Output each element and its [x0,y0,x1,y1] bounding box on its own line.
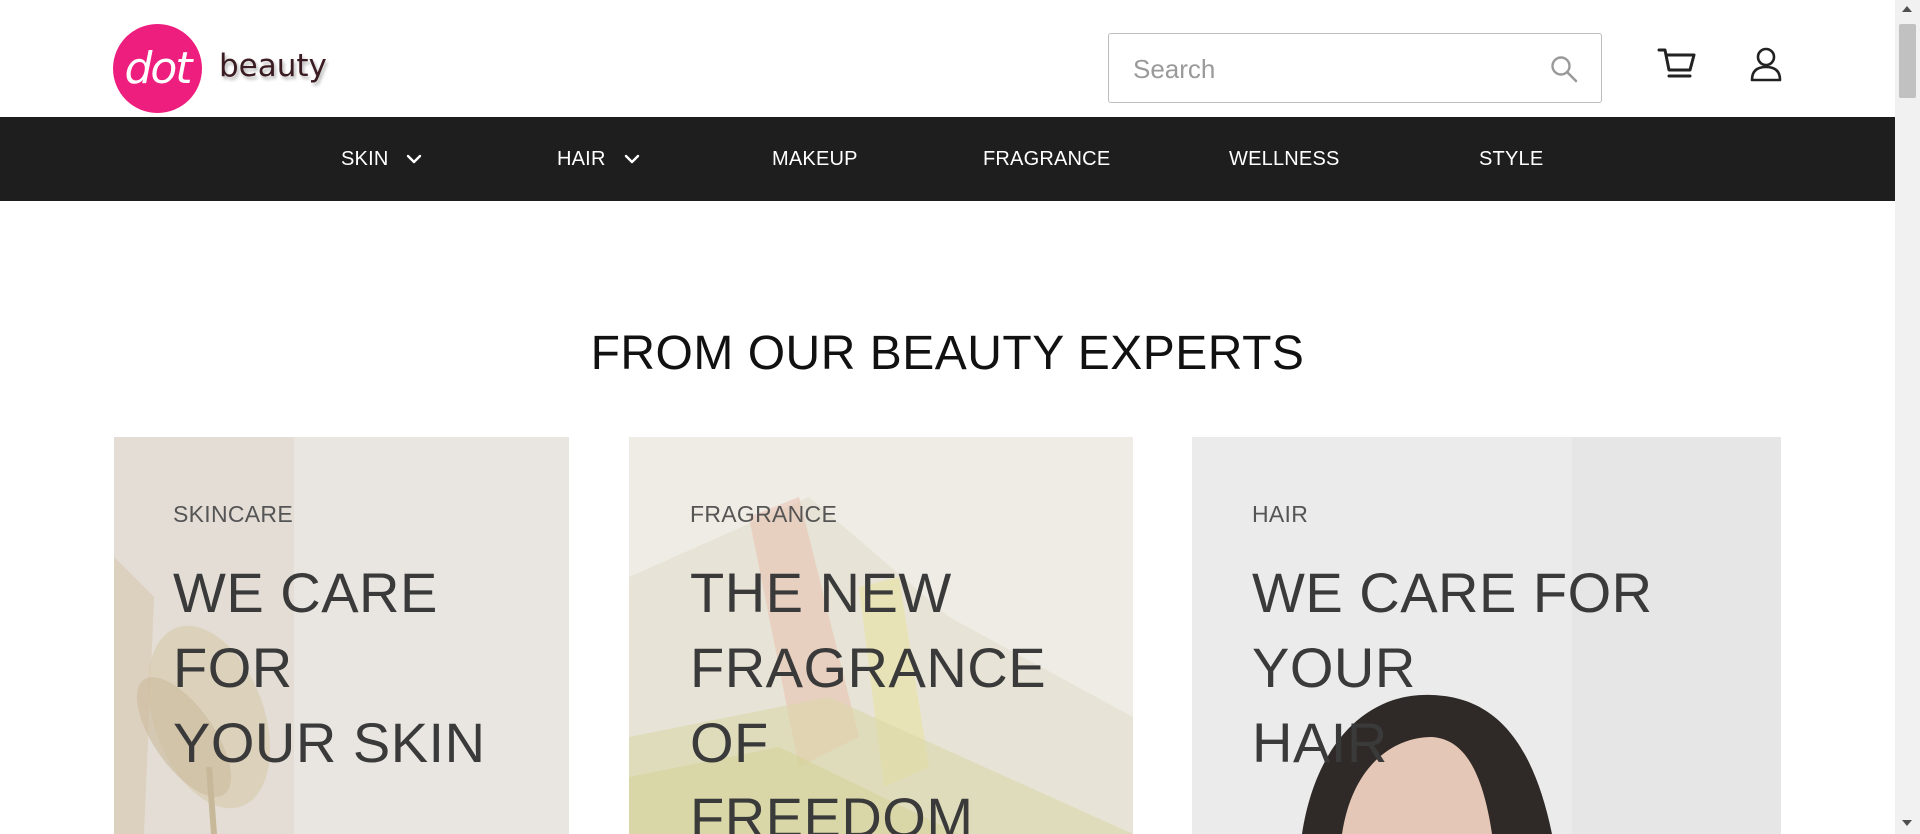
card-title-line: WE CARE FOR [173,561,438,699]
logo-mark: dot [113,24,202,113]
article-card-fragrance[interactable]: FRAGRANCE THE NEW FRAGRANCE OF FREEDOM [629,437,1133,834]
scroll-up-arrow-icon[interactable] [1902,6,1912,12]
cart-icon[interactable] [1657,46,1697,82]
card-title-line: THE NEW [690,561,952,624]
section-title: FROM OUR BEAUTY EXPERTS [590,327,1305,380]
logo-wordmark: beauty [219,47,327,84]
card-title-line: FRAGRANCE OF [690,636,1047,774]
nav-item-skin[interactable]: SKIN [341,117,422,201]
logo[interactable]: dot beauty [113,24,327,113]
card-category: FRAGRANCE [690,501,838,527]
article-card-skincare[interactable]: SKINCARE WE CARE FOR YOUR SKIN [114,437,569,834]
nav-item-hair[interactable]: HAIR [557,117,640,201]
nav-item-label: SKIN [341,147,389,170]
card-title-line: FREEDOM [690,786,974,834]
scrollbar-thumb[interactable] [1899,24,1916,98]
nav-item-fragrance[interactable]: FRAGRANCE [983,117,1110,201]
site-header: dot beauty [0,0,1895,117]
search-input[interactable] [1131,34,1535,104]
page-scrollbar[interactable] [1895,0,1920,834]
article-card-hair[interactable]: HAIR WE CARE FOR YOUR HAIR [1192,437,1781,834]
card-title: WE CARE FOR YOUR HAIR [1252,555,1781,780]
user-icon[interactable] [1749,46,1783,82]
main-nav: SKIN HAIR MAKEUP FRAGRANCE WELLNESS STYL… [0,117,1895,201]
nav-item-style[interactable]: STYLE [1479,117,1543,201]
card-category: HAIR [1252,501,1309,527]
nav-item-wellness[interactable]: WELLNESS [1229,117,1340,201]
chevron-down-icon [624,154,639,164]
nav-item-label: STYLE [1479,147,1544,170]
nav-item-label: MAKEUP [772,147,858,170]
nav-item-label: WELLNESS [1229,147,1340,170]
nav-item-label: FRAGRANCE [983,147,1111,170]
card-title-line: YOUR SKIN [173,711,486,774]
card-title: WE CARE FOR YOUR SKIN [173,555,569,780]
search-icon[interactable] [1549,54,1579,84]
nav-item-makeup[interactable]: MAKEUP [772,117,858,201]
nav-item-label: HAIR [557,147,606,170]
search-box [1108,33,1602,104]
card-title: THE NEW FRAGRANCE OF FREEDOM [690,555,1133,834]
card-title-line: HAIR [1252,711,1388,774]
chevron-down-icon [407,154,422,164]
card-category: SKINCARE [173,501,293,527]
card-title-line: WE CARE FOR YOUR [1252,561,1653,699]
scroll-down-arrow-icon[interactable] [1902,820,1912,826]
